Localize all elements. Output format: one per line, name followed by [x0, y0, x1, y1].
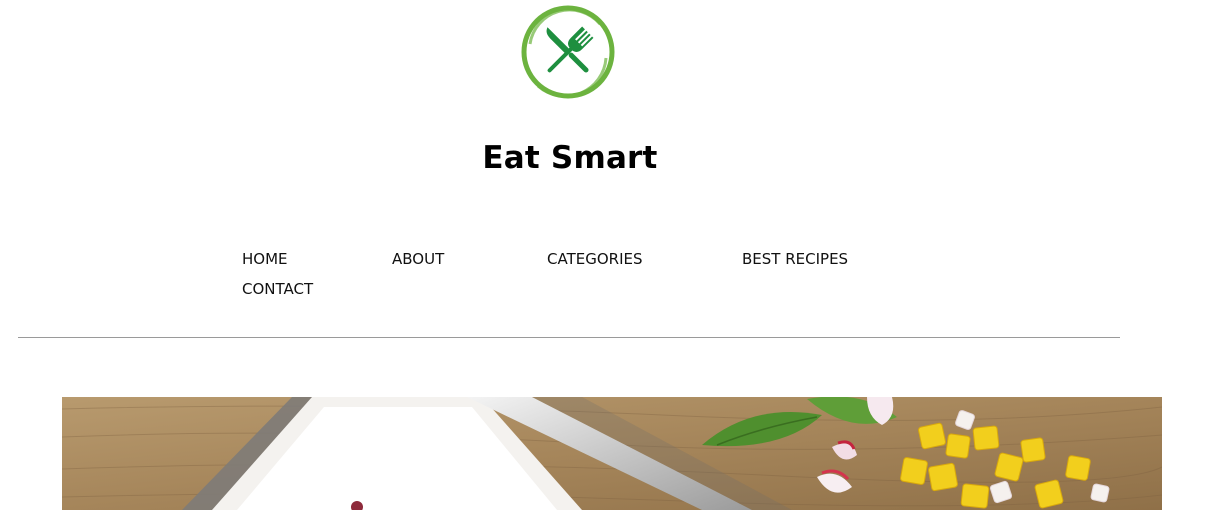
food-photo	[62, 397, 1162, 510]
page: Eat Smart HOME ABOUT CATEGORIES BEST REC…	[0, 0, 1205, 510]
site-logo[interactable]	[518, 2, 618, 102]
nav-item-best-recipes[interactable]: BEST RECIPES	[742, 250, 848, 268]
nav-item-home[interactable]: HOME	[242, 250, 288, 268]
header-divider	[18, 337, 1120, 338]
nav-item-categories[interactable]: CATEGORIES	[547, 250, 643, 268]
nav-item-contact[interactable]: CONTACT	[242, 280, 313, 298]
site-title: Eat Smart	[482, 140, 658, 176]
hero-image	[62, 397, 1162, 510]
nav-item-about[interactable]: ABOUT	[392, 250, 444, 268]
fork-knife-icon	[521, 5, 615, 99]
